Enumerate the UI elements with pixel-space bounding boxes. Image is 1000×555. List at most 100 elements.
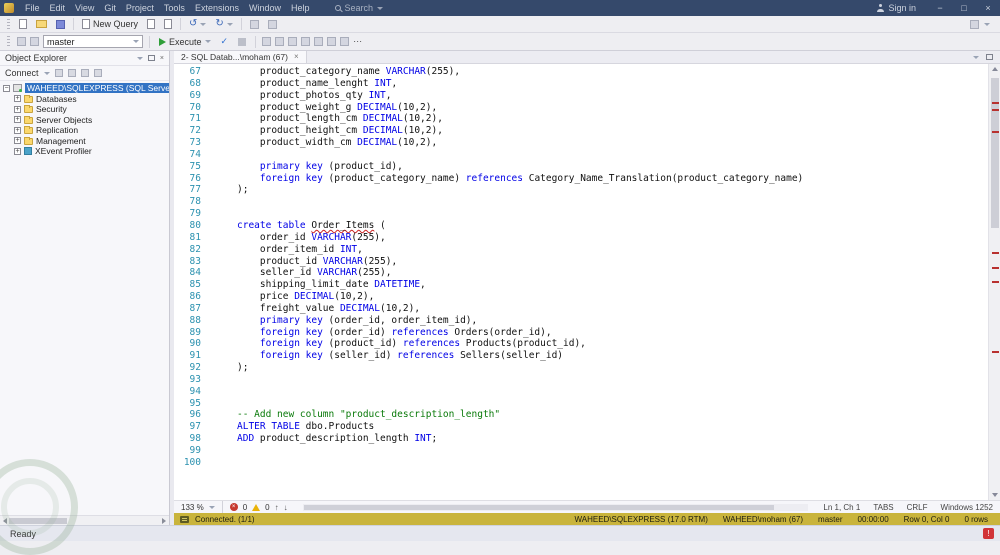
- tab-close-icon[interactable]: ×: [294, 53, 299, 61]
- editor-horizontal-scrollbar[interactable]: [303, 504, 809, 511]
- toolbar-overflow-icon[interactable]: [984, 23, 990, 26]
- code-line[interactable]: 94: [174, 386, 988, 398]
- code-line[interactable]: 92);: [174, 362, 988, 374]
- execute-button[interactable]: Execute: [156, 34, 214, 49]
- search-input[interactable]: Search: [329, 3, 390, 13]
- expand-icon[interactable]: +: [14, 116, 21, 123]
- code-line[interactable]: 90 foreign key (product_id) references P…: [174, 338, 988, 350]
- code-line[interactable]: 99: [174, 445, 988, 457]
- filter-icon[interactable]: [94, 69, 102, 77]
- minimize-button[interactable]: −: [928, 0, 952, 16]
- tab-list-icon[interactable]: [973, 56, 979, 59]
- disconnect-icon[interactable]: [55, 69, 63, 77]
- error-mark[interactable]: [992, 267, 999, 269]
- results-grid-icon[interactable]: [262, 37, 271, 46]
- scroll-down-icon[interactable]: [992, 493, 998, 497]
- next-issue-icon[interactable]: ↓: [284, 503, 288, 512]
- code-line[interactable]: 83 product_id VARCHAR(255),: [174, 256, 988, 268]
- code-line[interactable]: 74: [174, 149, 988, 161]
- error-mark[interactable]: [992, 252, 999, 254]
- code-line[interactable]: 87 freight_value DECIMAL(10,2),: [174, 303, 988, 315]
- database-selector[interactable]: master: [43, 35, 143, 48]
- menu-git[interactable]: Git: [99, 0, 121, 16]
- tree-item-security[interactable]: +Security: [0, 104, 169, 115]
- change-connection-icon[interactable]: [30, 37, 39, 46]
- expand-icon[interactable]: +: [14, 127, 21, 134]
- scroll-up-icon[interactable]: [992, 67, 998, 71]
- open-file-button[interactable]: [33, 17, 50, 32]
- float-window-icon[interactable]: [986, 54, 993, 60]
- scroll-left-icon[interactable]: [3, 518, 7, 524]
- error-mark[interactable]: [992, 351, 999, 353]
- code-line[interactable]: 88 primary key (order_id, order_item_id)…: [174, 315, 988, 327]
- code-line[interactable]: 96-- Add new column "product_description…: [174, 409, 988, 421]
- scrollbar-thumb[interactable]: [304, 505, 774, 510]
- results-file-icon[interactable]: [288, 37, 297, 46]
- editor-vertical-scrollbar[interactable]: [988, 64, 1000, 500]
- menu-tools[interactable]: Tools: [159, 0, 190, 16]
- code-line[interactable]: 78: [174, 196, 988, 208]
- code-line[interactable]: 81 order_id VARCHAR(255),: [174, 232, 988, 244]
- code-line[interactable]: 89 foreign key (order_id) references Ord…: [174, 327, 988, 339]
- save-button[interactable]: [53, 17, 68, 32]
- connect-button[interactable]: Connect: [5, 68, 39, 78]
- close-panel-icon[interactable]: ×: [160, 55, 164, 62]
- error-mark[interactable]: [992, 281, 999, 283]
- code-line[interactable]: 98ADD product_description_length INT;: [174, 433, 988, 445]
- sign-in-button[interactable]: Sign in: [876, 3, 916, 13]
- new-query-button[interactable]: New Query: [79, 17, 141, 32]
- expand-icon[interactable]: +: [14, 106, 21, 113]
- scrollbar-thumb[interactable]: [9, 518, 67, 524]
- warning-count[interactable]: 0: [265, 503, 269, 512]
- undo-button[interactable]: ↺: [186, 17, 209, 32]
- menu-project[interactable]: Project: [121, 0, 159, 16]
- tree-item-xevent-profiler[interactable]: +XEvent Profiler: [0, 146, 169, 157]
- menu-edit[interactable]: Edit: [45, 0, 71, 16]
- scrollbar-thumb[interactable]: [991, 78, 999, 228]
- code-line[interactable]: 73 product_width_cm DECIMAL(10,2),: [174, 137, 988, 149]
- code-line[interactable]: 79: [174, 208, 988, 220]
- new-database-query-button[interactable]: [144, 17, 158, 32]
- code-line[interactable]: 82 order_item_id INT,: [174, 244, 988, 256]
- error-mark[interactable]: [992, 109, 999, 111]
- tree-item-management[interactable]: +Management: [0, 136, 169, 147]
- analysis-query-button[interactable]: [161, 17, 175, 32]
- tree-item-server-objects[interactable]: +Server Objects: [0, 115, 169, 126]
- pin-icon[interactable]: [148, 55, 155, 61]
- code-line[interactable]: 91 foreign key (seller_id) references Se…: [174, 350, 988, 362]
- scroll-right-icon[interactable]: [162, 518, 166, 524]
- toolbar-grip[interactable]: [7, 19, 10, 30]
- toolbar-extra-button[interactable]: [247, 17, 262, 32]
- tab-sql-query[interactable]: 2- SQL Datab...\moham (67) ×: [174, 51, 307, 63]
- error-count[interactable]: 0: [243, 503, 247, 512]
- indent-icon[interactable]: [327, 37, 336, 46]
- comment-icon[interactable]: [301, 37, 310, 46]
- outdent-icon[interactable]: [340, 37, 349, 46]
- feedback-icon[interactable]: [970, 20, 979, 29]
- expand-icon[interactable]: +: [14, 148, 21, 155]
- parse-button[interactable]: ✓: [218, 34, 232, 49]
- code-line[interactable]: 100: [174, 457, 988, 469]
- redo-button[interactable]: ↻: [212, 17, 235, 32]
- tree-item-replication[interactable]: +Replication: [0, 125, 169, 136]
- close-button[interactable]: ×: [976, 0, 1000, 16]
- error-mark[interactable]: [992, 102, 999, 104]
- code-line[interactable]: 95: [174, 398, 988, 410]
- tree-item-server[interactable]: − WAHEED\SQLEXPRESS (SQL Server 17.0.100…: [0, 83, 169, 94]
- code-line[interactable]: 86 price DECIMAL(10,2),: [174, 291, 988, 303]
- expand-icon[interactable]: +: [14, 95, 21, 102]
- code-line[interactable]: 84 seller_id VARCHAR(255),: [174, 267, 988, 279]
- code-line[interactable]: 85 shipping_limit_date DATETIME,: [174, 279, 988, 291]
- results-text-icon[interactable]: [275, 37, 284, 46]
- refresh-icon[interactable]: [81, 69, 89, 77]
- maximize-button[interactable]: □: [952, 0, 976, 16]
- explorer-horizontal-scrollbar[interactable]: [0, 515, 169, 525]
- menu-file[interactable]: File: [20, 0, 45, 16]
- error-mark[interactable]: [992, 131, 999, 133]
- zoom-level[interactable]: 133 %: [181, 503, 204, 512]
- tree-item-databases[interactable]: +Databases: [0, 94, 169, 105]
- expand-icon[interactable]: +: [14, 137, 21, 144]
- code-line[interactable]: 72 product_height_cm DECIMAL(10,2),: [174, 125, 988, 137]
- toolbar-overflow-icon[interactable]: ⋯: [353, 36, 363, 47]
- code-line[interactable]: 93: [174, 374, 988, 386]
